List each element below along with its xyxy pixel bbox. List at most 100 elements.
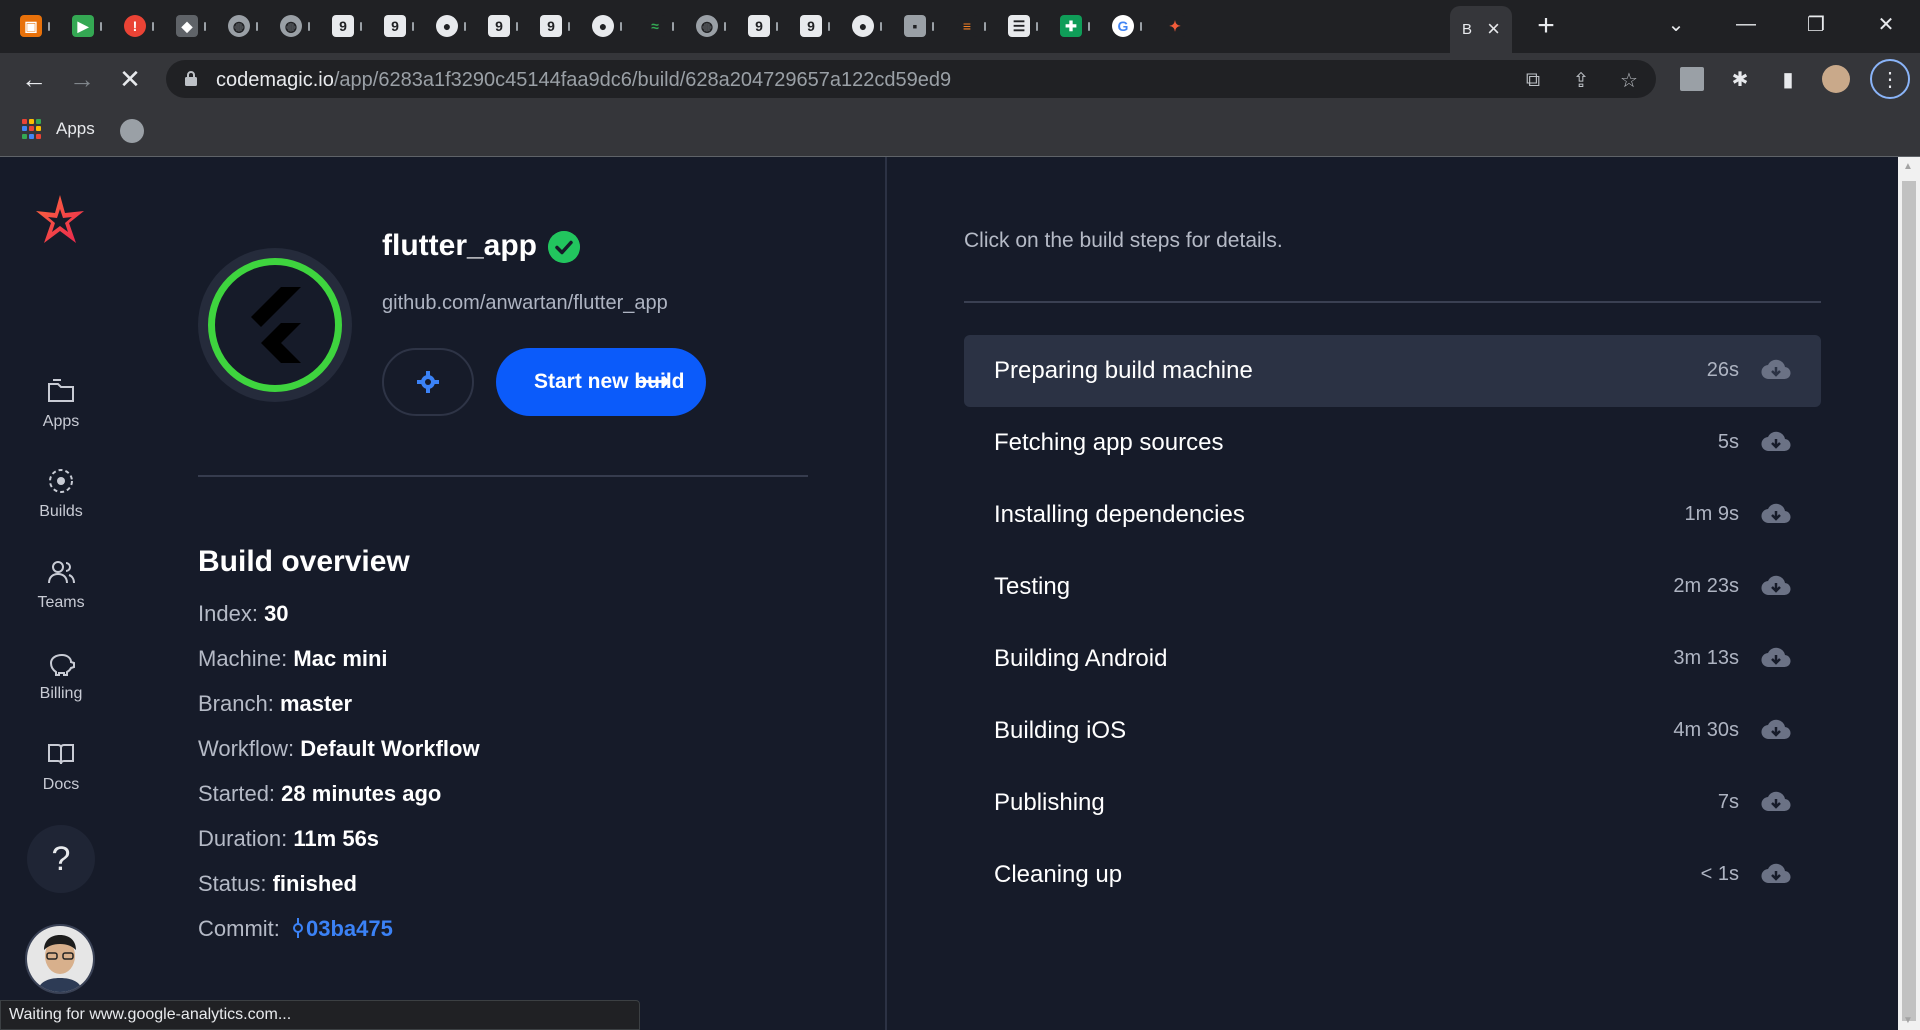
download-log-icon[interactable]	[1761, 861, 1791, 887]
page-scrollbar[interactable]: ▲ ▼	[1898, 157, 1920, 1030]
download-log-icon[interactable]	[1761, 501, 1791, 527]
share-icon[interactable]: ⇪	[1568, 67, 1594, 93]
browser-tab[interactable]: ●	[840, 10, 892, 42]
scroll-down-arrow[interactable]: ▼	[1903, 1015, 1913, 1026]
close-icon[interactable]: ×	[1487, 16, 1500, 42]
download-log-icon[interactable]	[1761, 357, 1791, 383]
browser-tab[interactable]: ◆	[164, 10, 216, 42]
restore-button[interactable]: ❐	[1796, 8, 1836, 40]
sidebar-item-teams[interactable]: Teams	[0, 556, 122, 612]
build-step[interactable]: Building iOS 4m 30s	[964, 695, 1821, 767]
tab-favicon: ≡	[956, 15, 978, 37]
build-step[interactable]: Fetching app sources 5s	[964, 407, 1821, 479]
bookmark-apps[interactable]: Apps	[22, 119, 95, 139]
overview-label: Status:	[198, 871, 267, 896]
stop-loading-icon[interactable]: ✕	[114, 63, 146, 95]
tab-search-icon[interactable]: ⌄	[1656, 8, 1696, 40]
browser-tab[interactable]: ≡	[944, 10, 996, 42]
build-step[interactable]: Testing 2m 23s	[964, 551, 1821, 623]
download-log-icon[interactable]	[1761, 645, 1791, 671]
overview-branch: Branch: master	[198, 691, 352, 717]
browser-tab[interactable]: ✦	[1152, 10, 1192, 42]
teams-icon	[48, 561, 75, 584]
profile-avatar[interactable]	[1820, 63, 1852, 95]
scroll-up-arrow[interactable]: ▲	[1903, 161, 1913, 172]
app-settings-button[interactable]	[382, 348, 474, 416]
repo-link[interactable]: github.com/anwartan/flutter_app	[382, 292, 668, 315]
browser-status-bubble: Waiting for www.google-analytics.com...	[0, 1000, 640, 1030]
browser-tab[interactable]: ▪	[892, 10, 944, 42]
commit-link[interactable]: 03ba475	[306, 916, 393, 941]
overview-value: finished	[272, 871, 357, 896]
build-step[interactable]: Installing dependencies 1m 9s	[964, 479, 1821, 551]
address-bar[interactable]: codemagic.io/app/6283a1f3290c45144faa9dc…	[166, 60, 1656, 98]
sidebar-item-builds[interactable]: Builds	[0, 465, 122, 521]
help-button[interactable]: ?	[27, 825, 95, 893]
codemagic-logo[interactable]	[32, 191, 88, 247]
browser-tab[interactable]: ▶	[60, 10, 112, 42]
sidebar-item-docs[interactable]: Docs	[0, 738, 122, 794]
browser-tab[interactable]: ✚	[1048, 10, 1100, 42]
overview-label: Branch:	[198, 691, 274, 716]
browser-tab[interactable]: 9	[476, 10, 528, 42]
download-log-icon[interactable]	[1761, 789, 1791, 815]
start-new-build-button[interactable]: Start new build ⟶	[496, 348, 706, 416]
forward-icon[interactable]: →	[66, 63, 98, 95]
globe-icon: ◍	[228, 15, 250, 37]
google-icon: G	[1112, 15, 1134, 37]
sidebar-item-label: Apps	[42, 413, 80, 430]
sidebar-item-apps[interactable]: Apps	[0, 375, 122, 431]
globe-icon[interactable]	[120, 119, 144, 143]
browser-tab[interactable]: ◍	[268, 10, 320, 42]
tab-favicon: 9	[332, 15, 354, 37]
overview-label: Duration:	[198, 826, 288, 851]
browser-tab[interactable]: ▣	[8, 10, 60, 42]
browser-tab[interactable]: ●	[424, 10, 476, 42]
url-path: /app/6283a1f3290c45144faa9dc6/build/628a…	[333, 69, 952, 91]
browser-tab[interactable]: ◍	[684, 10, 736, 42]
scrollbar-thumb[interactable]	[1902, 181, 1916, 1021]
url-host: codemagic.io	[216, 69, 334, 91]
build-step[interactable]: Building Android 3m 13s	[964, 623, 1821, 695]
download-log-icon[interactable]	[1761, 717, 1791, 743]
build-step[interactable]: Cleaning up < 1s	[964, 839, 1821, 911]
browser-tab[interactable]: ☰	[996, 10, 1048, 42]
browser-tab[interactable]: ◍	[216, 10, 268, 42]
browser-tab[interactable]: ≈	[632, 10, 684, 42]
sidebar-item-billing[interactable]: Billing	[0, 647, 122, 703]
side-panel-icon[interactable]: ▮	[1772, 63, 1804, 95]
user-avatar[interactable]	[25, 924, 95, 994]
extensions-puzzle-icon[interactable]: ✱	[1724, 63, 1756, 95]
tab-favicon: ≈	[644, 15, 666, 37]
overview-label: Index:	[198, 601, 258, 626]
browser-tab[interactable]: !	[112, 10, 164, 42]
build-step[interactable]: Publishing 7s	[964, 767, 1821, 839]
minimize-button[interactable]: —	[1726, 8, 1766, 40]
app-logo	[198, 248, 352, 402]
browser-tab[interactable]: 9	[736, 10, 788, 42]
overview-commit: Commit: 03ba475	[198, 916, 393, 942]
overview-index: Index: 30	[198, 601, 289, 627]
bookmark-star-icon[interactable]: ☆	[1616, 67, 1642, 93]
download-log-icon[interactable]	[1761, 573, 1791, 599]
browser-menu-icon[interactable]: ⋮	[1870, 59, 1910, 99]
browser-tab[interactable]: ●	[580, 10, 632, 42]
sidebar-item-label: Teams	[37, 594, 85, 611]
overview-label: Started:	[198, 781, 276, 806]
section-divider	[964, 301, 1821, 303]
browser-tab[interactable]: 9	[320, 10, 372, 42]
browser-tab[interactable]: 9	[372, 10, 424, 42]
extension-icon[interactable]	[1676, 63, 1708, 95]
build-step[interactable]: Preparing build machine 26s	[964, 335, 1821, 407]
build-info-panel: flutter_app github.com/anwartan/flutter_…	[122, 157, 886, 1030]
active-browser-tab[interactable]: B ×	[1450, 6, 1512, 53]
new-tab-button[interactable]: +	[1530, 9, 1562, 42]
browser-tab[interactable]: 9	[788, 10, 840, 42]
browser-tab[interactable]: G	[1100, 10, 1152, 42]
translate-icon[interactable]: ⧉	[1520, 67, 1546, 93]
download-log-icon[interactable]	[1761, 429, 1791, 455]
overview-value: 28 minutes ago	[281, 781, 442, 806]
browser-tab[interactable]: 9	[528, 10, 580, 42]
close-window-button[interactable]: ✕	[1866, 8, 1906, 40]
back-icon[interactable]: ←	[18, 63, 50, 95]
